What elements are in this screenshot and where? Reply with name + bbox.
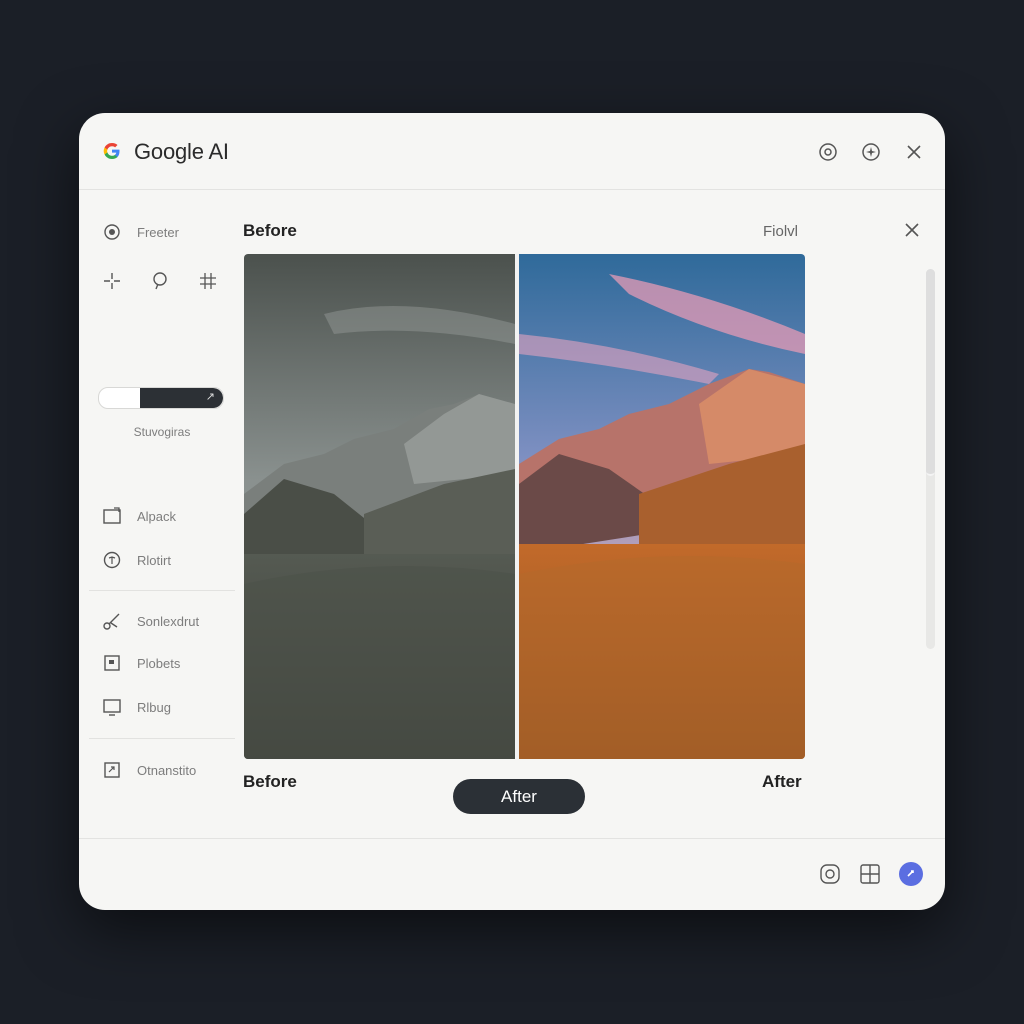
sidebar-item-rlotirt[interactable]: Rlotirt [101,548,171,572]
slider-arrow-icon: ↗ [205,391,215,403]
after-image [519,254,805,759]
camera-button[interactable] [817,861,843,887]
target-icon [104,224,120,240]
assistant-button[interactable] [898,861,924,887]
sidebar-item-alpack[interactable]: Alpack [101,504,176,528]
grid-lines-icon [200,273,216,289]
layers-icon [104,655,120,671]
rotate-icon [103,551,121,569]
sidebar: Freeter ↗ Stuvogiras Alpack Rlotirt Sonl… [79,190,239,840]
before-label-bottom: Before [243,772,297,791]
sidebar-item-label: Sonlexdrut [137,613,200,629]
sidebar-item-freeter[interactable]: Freeter [101,220,179,244]
sidebar-item-rlbug[interactable]: Rlbug [101,695,171,719]
settings-icon [819,143,837,161]
before-label-top: Before [243,221,297,240]
sidebar-item-sonlexdrut[interactable]: Sonlexdrut [101,609,199,633]
intensity-slider[interactable]: ↗ [98,387,224,409]
sidebar-item-plobets[interactable]: Plobets [101,651,180,675]
sidebar-item-label: Freeter [137,224,179,240]
assistant-icon [899,862,923,886]
sparkle-icon [862,143,880,161]
app-window: Google AI Freeter ↗ Stuvogiras Alpack Rl… [79,113,945,910]
before-after-comparison[interactable] [244,254,805,759]
lasso-icon [153,272,167,290]
scrollbar[interactable] [926,269,935,649]
lasso-tool-button[interactable] [149,270,171,292]
close-icon [905,223,919,237]
crosshair-tool-button[interactable] [101,270,123,292]
sidebar-divider [89,590,235,591]
grid-tool-button[interactable] [197,270,219,292]
grid-icon [860,864,880,884]
close-panel-button[interactable] [901,219,923,241]
sidebar-divider [89,738,235,739]
sidebar-item-label: Plobets [137,655,181,671]
crosshair-icon [104,273,120,289]
close-icon [907,145,921,159]
panel-mode-label: Fiolvl [763,223,799,240]
before-image [244,254,515,759]
settings-button[interactable] [816,140,840,164]
google-logo-icon [103,143,120,159]
after-label-bottom: After [762,772,802,791]
image-adjust-icon [103,507,121,524]
sidebar-item-label: Rlbug [137,699,171,715]
monitor-icon [103,699,121,716]
app-title: Google AI [134,139,229,164]
tool-row [101,270,219,292]
grid-view-button[interactable] [857,861,883,887]
sparkle-button[interactable] [859,140,883,164]
sidebar-item-label: Otnanstito [137,762,197,778]
close-window-button[interactable] [902,140,926,164]
camera-icon [820,864,840,884]
sidebar-item-label: Rlotirt [137,552,171,568]
sidebar-item-otnanstito[interactable]: Otnanstito [101,758,196,782]
footer-bar [79,838,945,910]
after-toggle-button[interactable]: After [453,779,585,814]
scissors-icon [103,613,120,630]
title-bar: Google AI [79,113,945,190]
scrollbar-thumb[interactable] [926,269,935,476]
export-icon [104,762,120,778]
sidebar-item-label: Alpack [137,508,177,524]
slider-label: Stuvogiras [133,425,191,439]
